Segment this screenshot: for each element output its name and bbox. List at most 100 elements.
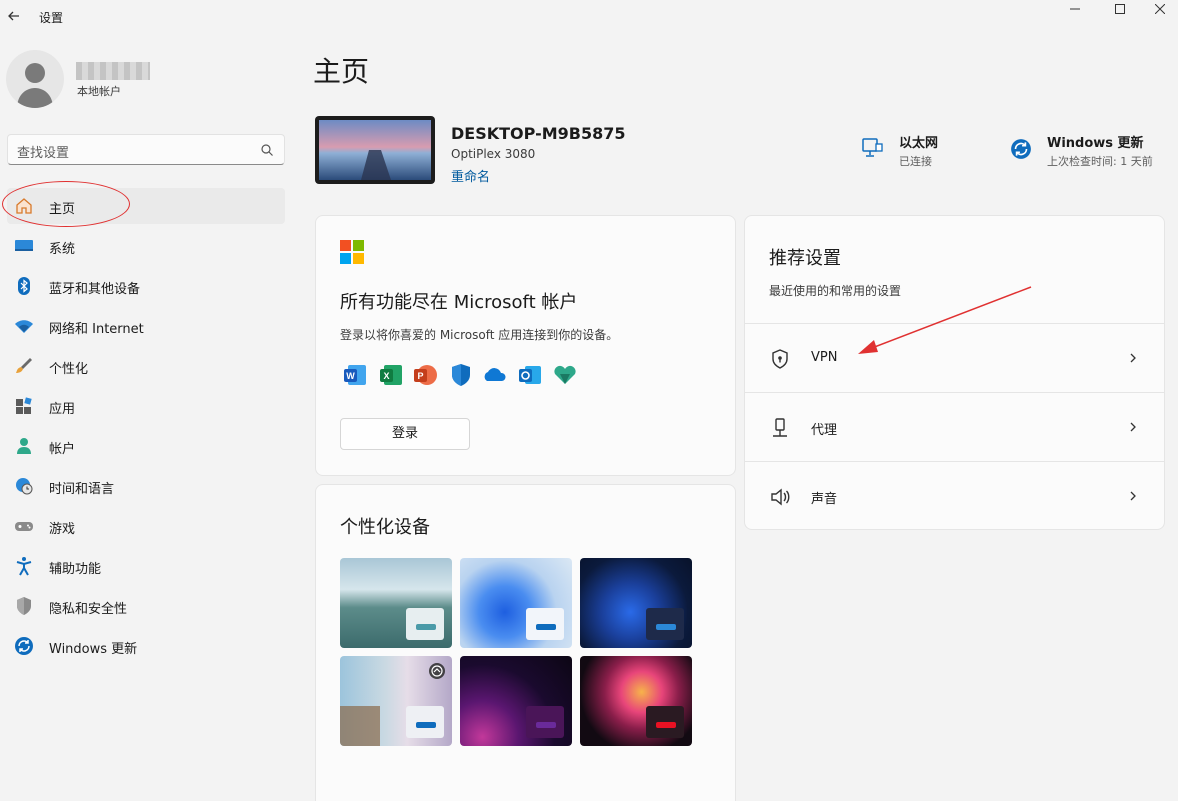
svg-text:P: P (417, 371, 423, 381)
device-name: DESKTOP-M9B5875 (451, 124, 626, 143)
sidebar-item-label: 隐私和安全性 (49, 602, 128, 617)
sidebar-item-network[interactable]: 网络和 Internet (7, 308, 285, 344)
theme-preview-window (526, 706, 564, 738)
proxy-icon (773, 418, 787, 437)
search-input[interactable]: 查找设置 (17, 142, 69, 161)
sidebar-item-privacy[interactable]: 隐私和安全性 (7, 588, 285, 624)
status-subtitle: 已连接 (899, 155, 932, 168)
microsoft-logo-icon (340, 240, 364, 264)
recommended-item-sound[interactable]: 声音 (745, 461, 1164, 530)
sidebar-item-label: 应用 (49, 402, 76, 417)
sidebar-item-bluetooth[interactable]: 蓝牙和其他设备 (7, 268, 285, 304)
speaker-icon (771, 488, 790, 506)
powerpoint-icon: P (414, 365, 437, 385)
sidebar-item-accessibility[interactable]: 辅助功能 (7, 548, 285, 584)
minimize-icon (1070, 8, 1080, 10)
theme-thumbnail[interactable] (580, 656, 692, 746)
theme-preview-window (646, 706, 684, 738)
status-title: Windows 更新 (1047, 136, 1144, 151)
annotation-ellipse (2, 181, 130, 227)
apps-icon (16, 397, 32, 414)
device-model: OptiPlex 3080 (451, 147, 536, 161)
gamepad-icon (15, 522, 33, 531)
chevron-right-icon (1130, 422, 1136, 432)
sidebar-item-label: 网络和 Internet (49, 322, 144, 337)
excel-icon: X (380, 365, 402, 385)
update-icon (15, 637, 33, 655)
close-icon (1155, 4, 1165, 14)
recommended-item-label: VPN (811, 350, 838, 365)
personalize-card: 个性化设备 (315, 484, 736, 801)
theme-thumbnail[interactable] (340, 558, 452, 648)
sidebar-item-label: 辅助功能 (49, 562, 102, 577)
annotation-arrow (858, 286, 1032, 354)
close-button[interactable] (1140, 0, 1178, 20)
sidebar-item-label: 系统 (49, 242, 76, 257)
sidebar-item-label: 游戏 (49, 522, 76, 537)
theme-preview-window (406, 608, 444, 640)
sidebar-item-apps[interactable]: 应用 (7, 388, 285, 424)
app-title: 设置 (39, 11, 64, 25)
card-heading: 个性化设备 (340, 517, 430, 538)
status-ethernet[interactable]: 以太网 已连接 (860, 132, 980, 172)
sidebar-item-label: 帐户 (49, 442, 76, 457)
theme-preview-window (526, 608, 564, 640)
brush-icon (16, 358, 32, 373)
recommended-item-label: 代理 (811, 423, 838, 438)
card-heading: 所有功能尽在 Microsoft 帐户 (340, 292, 578, 313)
sidebar-item-time-language[interactable]: 时间和语言 (7, 468, 285, 504)
rename-link[interactable]: 重命名 (451, 166, 490, 185)
sidebar-item-label: 时间和语言 (49, 482, 115, 497)
ethernet-icon (862, 138, 883, 157)
device-wallpaper-thumbnail (315, 116, 435, 184)
onedrive-icon (484, 368, 506, 381)
card-description: 登录以将你喜爱的 Microsoft 应用连接到你的设备。 (340, 328, 619, 342)
sidebar-item-label: 蓝牙和其他设备 (49, 282, 141, 297)
search-icon (261, 144, 273, 156)
update-icon (1011, 139, 1031, 159)
page-title: 主页 (313, 55, 370, 88)
title-bar: 设置 (0, 0, 1178, 36)
sidebar-item-windows-update[interactable]: Windows 更新 (7, 628, 285, 664)
minimize-button[interactable] (1052, 0, 1098, 20)
defender-icon (452, 364, 470, 386)
chevron-right-icon (1130, 491, 1136, 501)
bluetooth-icon (18, 277, 30, 295)
globe-clock-icon (16, 478, 33, 495)
login-button[interactable]: 登录 (340, 418, 470, 450)
accessibility-icon (16, 557, 32, 576)
theme-thumbnail[interactable] (460, 558, 572, 648)
theme-thumbnail[interactable] (340, 656, 452, 746)
monitor-icon (15, 240, 33, 251)
status-subtitle: 上次检查时间: 1 天前 (1047, 155, 1153, 168)
word-icon: W (344, 365, 366, 385)
shield-icon (17, 597, 31, 615)
sidebar-item-label: 个性化 (49, 362, 89, 377)
sidebar-item-accounts[interactable]: 帐户 (7, 428, 285, 464)
back-arrow-icon[interactable] (6, 8, 22, 24)
theme-preview-window (646, 608, 684, 640)
wallpaper-image (319, 120, 431, 180)
theme-thumbnail[interactable] (580, 558, 692, 648)
avatar[interactable] (6, 50, 64, 108)
maximize-button[interactable] (1098, 0, 1144, 20)
vpn-shield-icon (772, 349, 788, 369)
theme-thumbnail[interactable] (460, 656, 572, 746)
sidebar-item-label: Windows 更新 (49, 642, 138, 657)
account-type: 本地帐户 (77, 85, 121, 98)
recommended-item-proxy[interactable]: 代理 (745, 392, 1164, 461)
sidebar-item-system[interactable]: 系统 (7, 228, 285, 264)
sidebar-item-gaming[interactable]: 游戏 (7, 508, 285, 544)
slideshow-icon (429, 663, 445, 679)
recommended-settings-card: 推荐设置 最近使用的和常用的设置 VPN 代理 声音 (744, 215, 1165, 530)
person-icon (17, 438, 31, 454)
theme-foreground (340, 706, 380, 746)
status-windows-update[interactable]: Windows 更新 上次检查时间: 1 天前 (1010, 132, 1170, 172)
user-name-blurred (76, 62, 150, 80)
microsoft-account-card: 所有功能尽在 Microsoft 帐户 登录以将你喜爱的 Microsoft 应… (315, 215, 736, 476)
chevron-right-icon (1130, 353, 1136, 363)
svg-text:X: X (383, 371, 389, 381)
sidebar-item-personalization[interactable]: 个性化 (7, 348, 285, 384)
family-icon (554, 365, 576, 384)
search-box[interactable]: 查找设置 (7, 134, 285, 165)
